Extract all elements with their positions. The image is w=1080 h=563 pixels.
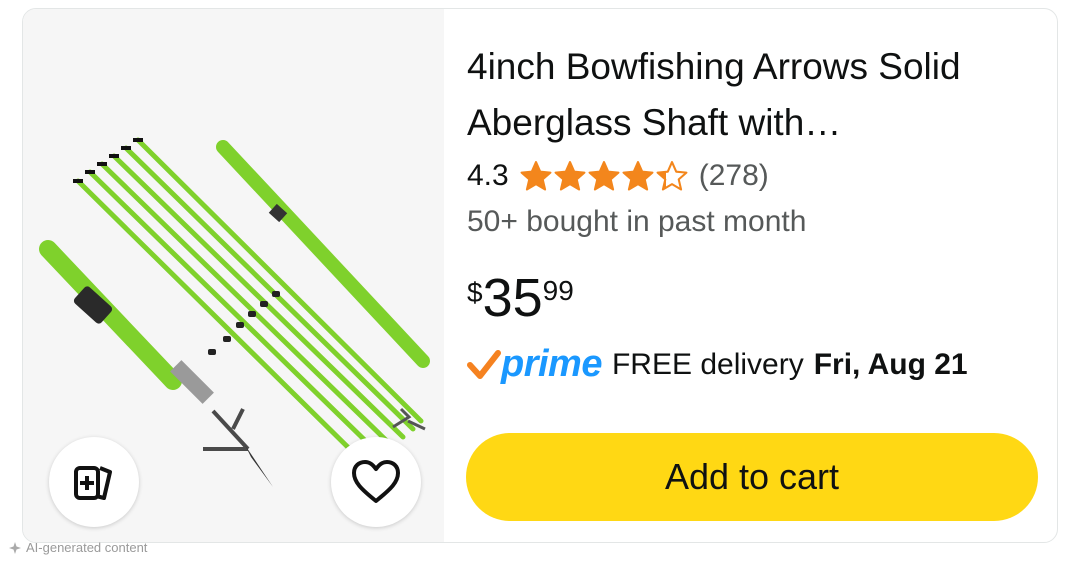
price-symbol: $ [467, 277, 483, 308]
delivery-info: prime FREE delivery Fri, Aug 21 [467, 343, 968, 386]
star-rating [519, 160, 689, 192]
product-title[interactable]: 4inch Bowfishing Arrows Solid Aberglass … [467, 39, 1047, 151]
price-fraction: 99 [542, 275, 574, 306]
price-whole: 35 [482, 268, 543, 328]
prime-label: prime [501, 343, 602, 385]
heart-icon [352, 460, 400, 503]
delivery-date: Fri, Aug 21 [813, 347, 968, 381]
star-icon [520, 161, 552, 191]
star-icon [622, 161, 654, 191]
delivery-text: FREE delivery [611, 347, 804, 381]
ai-note-text: AI-generated content [26, 540, 148, 555]
star-icon [554, 161, 586, 191]
compare-button[interactable] [49, 437, 139, 527]
ai-generated-note: AI-generated content [8, 540, 147, 555]
add-to-cart-button[interactable]: Add to cart [466, 433, 1038, 521]
wishlist-button[interactable] [331, 437, 421, 527]
sparkle-icon [9, 541, 21, 554]
star-icon [656, 161, 688, 191]
star-icon [588, 161, 620, 191]
compare-cards-icon [74, 466, 112, 500]
prime-logo: prime [467, 343, 602, 386]
rating-value: 4.3 [467, 159, 509, 192]
price: $ 35 99 [467, 267, 574, 329]
rating-row[interactable]: 4.3 (278) [467, 159, 769, 193]
bought-count: 50+ bought in past month [467, 205, 807, 238]
product-card[interactable]: 4inch Bowfishing Arrows Solid Aberglass … [22, 8, 1058, 543]
prime-check-icon [467, 349, 501, 379]
product-image[interactable] [23, 9, 444, 542]
review-count[interactable]: (278) [699, 159, 769, 193]
